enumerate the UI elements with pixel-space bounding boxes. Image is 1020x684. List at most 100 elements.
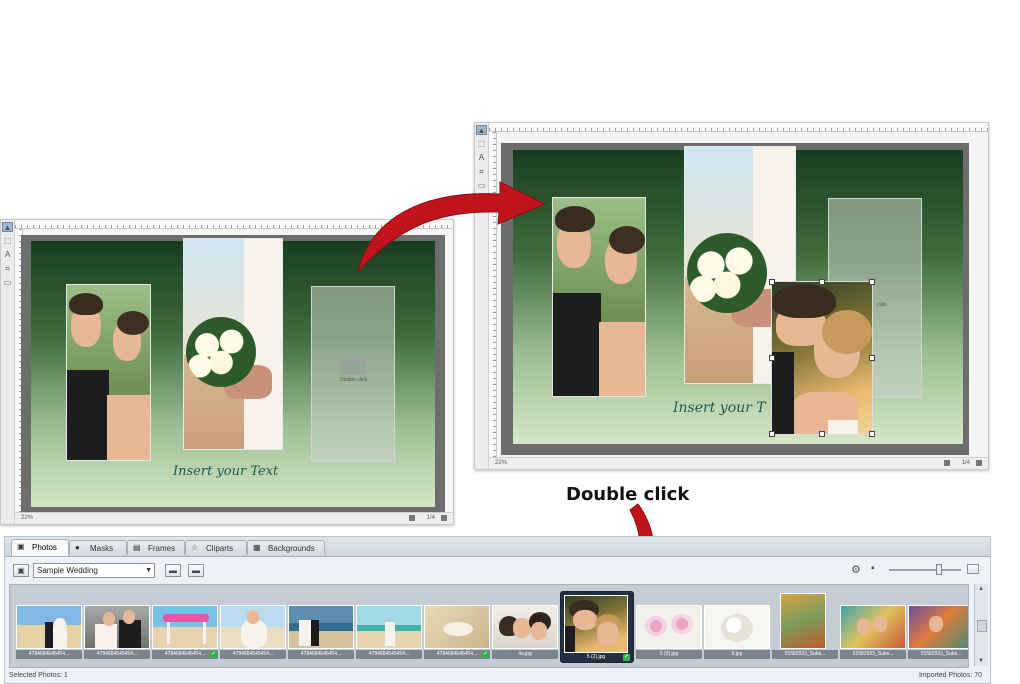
bouquet-photo-slot[interactable]	[183, 238, 283, 450]
zoom-label: 22%	[21, 515, 34, 521]
thumbnail[interactable]: 4784684645454...	[220, 605, 286, 659]
thumbnail-caption: 5 (2).jpg	[564, 653, 628, 662]
resize-handle-sw[interactable]	[769, 431, 775, 437]
resize-handle-s[interactable]	[819, 431, 825, 437]
placeholder-hint: Double click	[340, 377, 367, 383]
frame-tool-icon[interactable]: ▭	[2, 278, 13, 288]
frame-icon: ▤	[133, 543, 141, 552]
tab-label: Masks	[90, 544, 114, 553]
image-placeholder-icon	[340, 357, 366, 375]
thumbnail[interactable]: 4784684645454...	[16, 605, 82, 659]
scroll-thumb[interactable]	[977, 620, 987, 632]
check-icon: ✓	[482, 651, 489, 658]
folder-icon[interactable]: ▬	[165, 564, 181, 577]
horizontal-ruler	[489, 123, 988, 132]
thumbnail-size-slider[interactable]	[889, 569, 961, 571]
text-tool-icon[interactable]: A	[2, 250, 13, 260]
thumbnail-caption: 4784684645454...	[84, 650, 150, 659]
photo-thumbnail-strip: 4784684645454... 4784684645454... 478468…	[9, 584, 969, 668]
thumbnail[interactable]: 51582933_Subs...	[772, 593, 838, 659]
select-tool-icon[interactable]: ⬚	[2, 236, 13, 246]
thumbnail[interactable]: 4784684645454... ✓	[152, 605, 218, 659]
resize-handle-n[interactable]	[819, 279, 825, 285]
star-icon: ☆	[191, 543, 199, 552]
add-photos-icon[interactable]: ▣	[13, 564, 29, 577]
thumbnail[interactable]: 5.jpg	[704, 605, 770, 659]
empty-photo-placeholder[interactable]: Double click	[311, 286, 395, 462]
photo-icon: ▣	[17, 542, 25, 551]
tab-backgrounds[interactable]: ▦ Backgrounds	[247, 540, 325, 555]
thumbnail[interactable]: 4784684645454... ✓	[424, 605, 490, 659]
pointer-tool-icon[interactable]: ▲	[2, 222, 13, 232]
panel-tab-bar: ▣ Photos ● Masks ▤ Frames ☆ Cliparts ▦ B…	[5, 537, 990, 557]
scroll-up-icon[interactable]: ▲	[978, 586, 984, 592]
album-page[interactable]: Double click Insert your Text	[31, 238, 435, 507]
pointer-tool-icon[interactable]: ▲	[476, 125, 487, 135]
tool-column: ▲ ⬚ A ⌗ ▭	[1, 220, 15, 524]
mask-icon: ●	[75, 543, 80, 552]
tab-label: Cliparts	[206, 544, 234, 553]
crop-tool-icon[interactable]: ⌗	[2, 264, 13, 274]
media-panel: ▣ Photos ● Masks ▤ Frames ☆ Cliparts ▦ B…	[4, 536, 991, 684]
thumbnail-caption: 51582933_Subs...	[772, 650, 838, 659]
import-folder-icon[interactable]: ▬	[188, 564, 204, 577]
imported-photos-count: Imported Photos: 70	[918, 672, 982, 679]
chevron-down-icon: ▼	[145, 567, 152, 574]
next-page-icon[interactable]	[441, 515, 447, 521]
tab-masks[interactable]: ● Masks	[69, 540, 127, 555]
resize-handle-se[interactable]	[869, 431, 875, 437]
next-page-icon[interactable]	[976, 460, 982, 466]
prev-page-icon[interactable]	[944, 460, 950, 466]
thumbnail-caption: 4784684645454...	[220, 650, 286, 659]
couple-photo-slot[interactable]	[66, 284, 151, 461]
page-indicator: 1/4	[961, 460, 970, 466]
thumbnail[interactable]: 51582933_Subs...	[840, 605, 906, 659]
thumbnail[interactable]: 4a.jpg	[492, 605, 558, 659]
album-select[interactable]: Sample Wedding ▼	[33, 563, 155, 578]
thumbnail-caption: 5.jpg	[704, 650, 770, 659]
thumbnail-caption: 4784684645454...	[356, 650, 422, 659]
gear-icon[interactable]: ⚙	[851, 563, 861, 576]
strip-scrollbar[interactable]: ▲ ▼	[974, 584, 988, 666]
resize-handle-ne[interactable]	[869, 279, 875, 285]
resize-handle-w[interactable]	[769, 355, 775, 361]
thumbnail-selected[interactable]: 5 (2).jpg ✓	[560, 591, 634, 663]
placeholder-hint: click	[877, 302, 887, 308]
prev-page-icon[interactable]	[409, 515, 415, 521]
thumbnail-caption: 4784684645454...	[288, 650, 354, 659]
page-indicator: 1/4	[426, 515, 435, 521]
zoom-label: 22%	[495, 460, 508, 466]
thumbnail-caption: 4784684645454...	[16, 650, 82, 659]
thumbnail[interactable]: 4784684645454...	[356, 605, 422, 659]
background-icon: ▦	[253, 543, 261, 552]
insert-text-box[interactable]: Insert your Text	[173, 464, 278, 479]
dropped-photo[interactable]	[771, 281, 873, 435]
insert-text-box[interactable]: Insert your T	[673, 400, 766, 416]
tab-cliparts[interactable]: ☆ Cliparts	[185, 540, 247, 555]
thumbnail-caption: 4784684645454...	[152, 650, 218, 659]
panel-toolbar: ▣ Sample Wedding ▼ ▬ ▬ ⚙ ▪	[5, 557, 990, 583]
slider-handle[interactable]	[936, 564, 942, 575]
thumbnail-caption: 4784684645454...	[424, 650, 490, 659]
zoom-out-icon[interactable]: ▪	[871, 563, 875, 574]
panel-status-bar: Selected Photos: 1 Imported Photos: 70	[5, 667, 990, 681]
resize-handle-e[interactable]	[869, 355, 875, 361]
thumbnail-caption: 5 (3).jpg	[636, 650, 702, 659]
thumbnail[interactable]: 4784684645454...	[84, 605, 150, 659]
tab-photos[interactable]: ▣ Photos	[11, 539, 69, 556]
scroll-down-icon[interactable]: ▼	[978, 658, 984, 664]
tab-label: Frames	[148, 544, 176, 553]
tab-frames[interactable]: ▤ Frames	[127, 540, 185, 555]
transition-arrow-icon	[357, 181, 547, 273]
editor-status-bar: 22% 1/4	[489, 457, 988, 469]
check-icon: ✓	[210, 651, 217, 658]
thumbnail[interactable]: 4784684645454...	[288, 605, 354, 659]
couple-photo-slot[interactable]	[552, 197, 646, 397]
tab-label: Backgrounds	[268, 544, 315, 553]
select-tool-icon[interactable]: ⬚	[476, 139, 487, 149]
thumbnail[interactable]: 51582933_Subs...	[908, 605, 968, 659]
view-mode-icon[interactable]	[967, 564, 979, 574]
album-page[interactable]: click Insert your T	[513, 146, 963, 444]
thumbnail[interactable]: 5 (3).jpg	[636, 605, 702, 659]
resize-handle-nw[interactable]	[769, 279, 775, 285]
